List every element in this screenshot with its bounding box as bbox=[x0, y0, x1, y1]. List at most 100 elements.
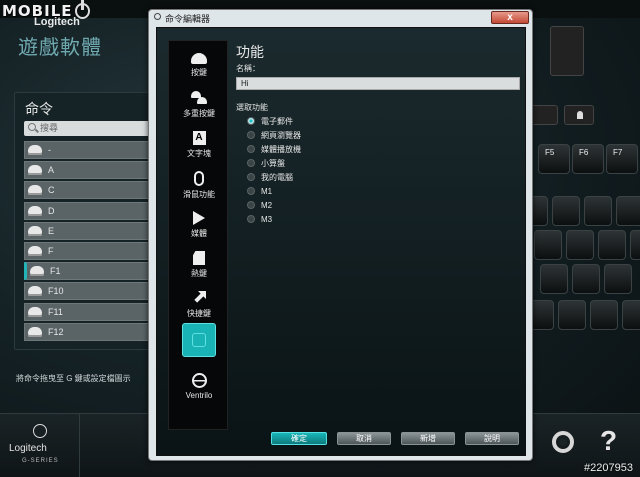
cancel-button[interactable]: 取消 bbox=[337, 432, 391, 445]
flame-icon bbox=[577, 111, 583, 119]
keyboard-key[interactable] bbox=[590, 300, 618, 330]
ok-button[interactable]: 確定 bbox=[271, 432, 327, 445]
radio-button[interactable] bbox=[247, 201, 255, 209]
command-editor-dialog: 命令編輯器 x 按鍵多重按鍵A文字塊滑鼠功能媒體熱鍵快捷鍵功能Ventrilo … bbox=[148, 9, 533, 461]
lcd-panel bbox=[550, 26, 584, 76]
keyboard-key[interactable] bbox=[598, 230, 626, 260]
sidebar-item-shortcut-arrow[interactable]: 快捷鍵 bbox=[169, 291, 229, 319]
dialog-app-icon bbox=[154, 13, 161, 20]
key-f5[interactable]: F5 bbox=[538, 144, 570, 174]
sidebar-item-label: 多重按鍵 bbox=[183, 109, 215, 118]
function-option[interactable]: M2 bbox=[247, 198, 301, 212]
key-icon bbox=[28, 286, 42, 297]
sidebar-item-label: 快捷鍵 bbox=[187, 309, 211, 318]
help-icon[interactable]: ? bbox=[600, 425, 617, 457]
commands-search-input[interactable]: 搜尋 bbox=[24, 121, 164, 136]
keyboard-key[interactable] bbox=[534, 230, 562, 260]
radio-button[interactable] bbox=[247, 145, 255, 153]
function-option[interactable]: 網頁瀏覽器 bbox=[247, 128, 301, 142]
radio-button[interactable] bbox=[247, 159, 255, 167]
keyboard-key[interactable] bbox=[558, 300, 586, 330]
watermark-subtitle: Logitech bbox=[34, 16, 80, 28]
multikey-icon bbox=[191, 91, 207, 105]
key-icon bbox=[28, 185, 42, 196]
radio-button[interactable] bbox=[247, 117, 255, 125]
function-option-label: 媒體播放機 bbox=[261, 144, 301, 154]
sidebar-item-mouse[interactable]: 滑鼠功能 bbox=[169, 171, 229, 200]
keyboard-key[interactable] bbox=[616, 196, 640, 226]
name-label: 名稱： bbox=[236, 64, 260, 73]
commands-panel: 命令 搜尋 - A C D E F F1 F10 F11 F12 bbox=[14, 92, 164, 350]
command-list-item-label: A bbox=[48, 165, 55, 176]
sidebar-item-key[interactable]: 按鍵 bbox=[169, 51, 229, 78]
sidebar-item-ventrilo[interactable]: Ventrilo bbox=[169, 373, 229, 400]
sidebar-item-label: Ventrilo bbox=[185, 391, 213, 400]
keyboard-key[interactable] bbox=[604, 264, 632, 294]
logitech-logo-icon bbox=[33, 424, 47, 438]
key-icon bbox=[28, 165, 42, 176]
close-button[interactable]: x bbox=[491, 11, 529, 24]
key-icon bbox=[28, 145, 42, 155]
keyboard-key[interactable] bbox=[566, 230, 594, 260]
function-option-label: M2 bbox=[261, 200, 273, 210]
command-list-item-label: E bbox=[48, 225, 55, 236]
command-list-item[interactable]: F1 bbox=[24, 262, 164, 281]
play-icon bbox=[193, 211, 205, 225]
command-list-item-label: F1 bbox=[50, 266, 61, 277]
search-placeholder: 搜尋 bbox=[40, 123, 59, 133]
ventrilo-icon bbox=[191, 373, 207, 388]
key-icon bbox=[191, 53, 207, 64]
radio-button[interactable] bbox=[247, 131, 255, 139]
sidebar-item-text-block[interactable]: A 文字塊 bbox=[169, 131, 229, 159]
sidebar-item-play[interactable]: 媒體 bbox=[169, 211, 229, 239]
command-list-item[interactable]: F10 bbox=[24, 282, 164, 301]
command-list-item-label: C bbox=[48, 185, 55, 196]
command-list-item[interactable]: D bbox=[24, 201, 164, 220]
function-option[interactable]: 電子郵件 bbox=[247, 114, 301, 128]
add-button[interactable]: 新增 bbox=[401, 432, 455, 445]
radio-button[interactable] bbox=[247, 215, 255, 223]
key-f7[interactable]: F7 bbox=[606, 144, 638, 174]
mouse-icon bbox=[194, 171, 204, 186]
function-option[interactable]: M3 bbox=[247, 212, 301, 226]
keyboard-key[interactable] bbox=[552, 196, 580, 226]
keyboard-key[interactable] bbox=[622, 300, 640, 330]
function-option[interactable]: 我的電腦 bbox=[247, 170, 301, 184]
radio-button[interactable] bbox=[247, 173, 255, 181]
help-button[interactable]: 說明 bbox=[465, 432, 519, 445]
sidebar-item-label: 媒體 bbox=[191, 229, 207, 238]
command-list-item-label: F11 bbox=[48, 306, 63, 317]
name-input[interactable]: Hi bbox=[236, 77, 520, 90]
command-list-item[interactable]: C bbox=[24, 181, 164, 200]
function-option[interactable]: 小算盤 bbox=[247, 156, 301, 170]
command-list-item[interactable]: A bbox=[24, 161, 164, 180]
key-f6[interactable]: F6 bbox=[572, 144, 604, 174]
sidebar-item-multikey[interactable]: 多重按鍵 bbox=[169, 91, 229, 119]
function-options: 電子郵件網頁瀏覽器媒體播放機小算盤 我的電腦 M1 M2 M3 bbox=[247, 114, 301, 226]
command-type-sidebar: 按鍵多重按鍵 A 文字塊滑鼠功能媒體熱鍵快捷鍵功能 Ventrilo bbox=[168, 40, 228, 430]
command-list-item[interactable]: - bbox=[24, 141, 164, 159]
hotkey-icon bbox=[193, 251, 205, 265]
commands-list: - A C D E F F1 F10 F11 F12 bbox=[24, 141, 164, 343]
key-icon bbox=[30, 266, 44, 277]
gear-icon[interactable] bbox=[552, 431, 574, 453]
keyboard-key[interactable] bbox=[572, 264, 600, 294]
command-list-item[interactable]: F11 bbox=[24, 302, 164, 321]
function-option[interactable]: 媒體播放機 bbox=[247, 142, 301, 156]
command-list-item[interactable]: F bbox=[24, 241, 164, 260]
keyboard-key[interactable] bbox=[540, 264, 568, 294]
radio-button[interactable] bbox=[247, 187, 255, 195]
function-option[interactable]: M1 bbox=[247, 184, 301, 198]
text-block-icon: A bbox=[192, 131, 206, 145]
function-option-label: M3 bbox=[261, 214, 273, 224]
sidebar-item-hotkey[interactable]: 熱鍵 bbox=[169, 251, 229, 279]
post-id: #2207953 bbox=[584, 462, 633, 474]
sidebar-item-function[interactable]: 功能 bbox=[169, 323, 229, 357]
command-list-item[interactable]: F12 bbox=[24, 322, 164, 341]
shortcut-arrow-icon bbox=[192, 291, 206, 305]
keyboard-key[interactable] bbox=[630, 230, 640, 260]
function-option-label: 網頁瀏覽器 bbox=[261, 130, 301, 140]
game-mode-key[interactable] bbox=[564, 105, 594, 125]
keyboard-key[interactable] bbox=[584, 196, 612, 226]
command-list-item[interactable]: E bbox=[24, 221, 164, 240]
